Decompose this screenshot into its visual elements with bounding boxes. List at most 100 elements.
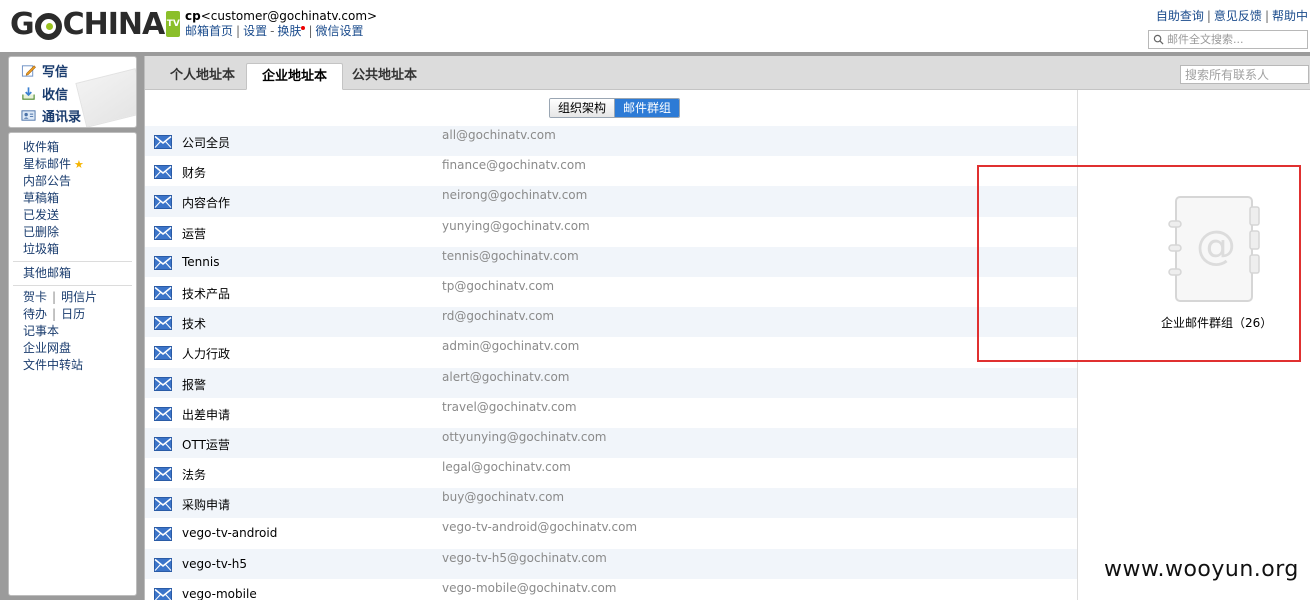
contact-row[interactable]: vego-tv-h5 vego-tv-h5@gochinatv.com bbox=[145, 548, 1077, 579]
contact-email[interactable]: vego-tv-h5@gochinatv.com bbox=[442, 551, 607, 565]
contact-name[interactable]: Tennis bbox=[182, 255, 219, 269]
envelope-icon[interactable] bbox=[154, 255, 172, 270]
contact-name[interactable]: 运营 bbox=[182, 225, 206, 242]
receive-mail-button[interactable]: 收信 bbox=[21, 84, 68, 103]
postcard-link[interactable]: 明信片 bbox=[61, 290, 97, 304]
envelope-icon[interactable] bbox=[154, 195, 172, 210]
folder-announcements[interactable]: 内部公告 bbox=[9, 173, 136, 190]
contact-email[interactable]: all@gochinatv.com bbox=[442, 128, 556, 142]
contact-name[interactable]: vego-tv-android bbox=[182, 526, 277, 540]
contact-row[interactable]: 内容合作 neirong@gochinatv.com bbox=[145, 186, 1077, 217]
contact-name[interactable]: 采购申请 bbox=[182, 496, 230, 513]
envelope-icon[interactable] bbox=[154, 316, 172, 331]
contact-name[interactable]: vego-mobile bbox=[182, 587, 257, 600]
contact-name[interactable]: OTT运营 bbox=[182, 436, 230, 453]
feedback-link[interactable]: 意见反馈 bbox=[1214, 9, 1262, 23]
contact-email[interactable]: travel@gochinatv.com bbox=[442, 400, 577, 414]
contact-row[interactable]: 报警 alert@gochinatv.com bbox=[145, 367, 1077, 398]
contact-row[interactable]: vego-tv-android vego-tv-android@gochinatv… bbox=[145, 518, 1077, 548]
envelope-icon[interactable] bbox=[154, 165, 172, 180]
todo-link[interactable]: 待办 bbox=[23, 307, 47, 321]
contact-row[interactable]: vego-mobile vego-mobile@gochinatv.com bbox=[145, 579, 1077, 600]
tab-personal-address-book[interactable]: 个人地址本 bbox=[155, 63, 250, 90]
contacts-button[interactable]: 通讯录 bbox=[21, 106, 81, 125]
envelope-icon[interactable] bbox=[154, 285, 172, 300]
envelope-icon[interactable] bbox=[154, 346, 172, 361]
contact-name[interactable]: 法务 bbox=[182, 466, 206, 483]
folder-inbox[interactable]: 收件箱 bbox=[9, 139, 136, 156]
contact-row[interactable]: 采购申请 buy@gochinatv.com bbox=[145, 488, 1077, 519]
contact-name[interactable]: 财务 bbox=[182, 164, 206, 181]
change-skin-link[interactable]: 换肤 bbox=[277, 24, 301, 38]
envelope-icon[interactable] bbox=[154, 587, 172, 600]
contact-email[interactable]: tennis@gochinatv.com bbox=[442, 249, 579, 263]
envelope-icon[interactable] bbox=[154, 467, 172, 482]
folder-deleted[interactable]: 已删除 bbox=[9, 224, 136, 241]
file-transfer-link[interactable]: 文件中转站 bbox=[9, 357, 136, 374]
contact-name[interactable]: 人力行政 bbox=[182, 345, 230, 362]
folder-starred[interactable]: 星标邮件 ★ bbox=[9, 156, 136, 173]
folder-drafts[interactable]: 草稿箱 bbox=[9, 190, 136, 207]
greeting-card-link[interactable]: 贺卡 bbox=[23, 290, 47, 304]
write-mail-button[interactable]: 写信 bbox=[21, 61, 68, 80]
notes-link[interactable]: 记事本 bbox=[9, 323, 136, 340]
contact-email[interactable]: yunying@gochinatv.com bbox=[442, 219, 590, 233]
contact-row[interactable]: OTT运营 ottyunying@gochinatv.com bbox=[145, 427, 1077, 459]
wechat-settings-link[interactable]: 微信设置 bbox=[315, 24, 363, 38]
folder-spam[interactable]: 垃圾箱 bbox=[9, 241, 136, 258]
gochina-logo[interactable]: G CHINA TV bbox=[10, 7, 181, 42]
contact-email[interactable]: vego-mobile@gochinatv.com bbox=[442, 581, 616, 595]
mail-search-input[interactable] bbox=[1167, 33, 1307, 46]
contact-row[interactable]: 出差申请 travel@gochinatv.com bbox=[145, 398, 1077, 428]
contact-email[interactable]: rd@gochinatv.com bbox=[442, 309, 554, 323]
tab-public-address-book[interactable]: 公共地址本 bbox=[337, 63, 432, 90]
contact-name[interactable]: 出差申请 bbox=[182, 406, 230, 423]
contact-row[interactable]: 运营 yunying@gochinatv.com bbox=[145, 217, 1077, 247]
contact-email[interactable]: tp@gochinatv.com bbox=[442, 279, 554, 293]
contact-email[interactable]: finance@gochinatv.com bbox=[442, 158, 586, 172]
org-structure-button[interactable]: 组织架构 bbox=[550, 99, 616, 117]
help-link[interactable]: 帮助中 bbox=[1272, 9, 1308, 23]
mailbox-home-link[interactable]: 邮箱首页 bbox=[185, 24, 233, 38]
contact-email[interactable]: buy@gochinatv.com bbox=[442, 490, 564, 504]
folder-other-mailboxes[interactable]: 其他邮箱 bbox=[9, 265, 136, 282]
envelope-icon[interactable] bbox=[154, 225, 172, 240]
self-service-link[interactable]: 自助查询 bbox=[1156, 9, 1204, 23]
folder-sent[interactable]: 已发送 bbox=[9, 207, 136, 224]
envelope-icon[interactable] bbox=[154, 497, 172, 512]
envelope-icon[interactable] bbox=[154, 436, 172, 451]
contact-email[interactable]: legal@gochinatv.com bbox=[442, 460, 571, 474]
contact-name[interactable]: 报警 bbox=[182, 376, 206, 393]
network-disk-link[interactable]: 企业网盘 bbox=[9, 340, 136, 357]
envelope-icon[interactable] bbox=[154, 135, 172, 149]
contact-email[interactable]: alert@gochinatv.com bbox=[442, 370, 569, 384]
envelope-icon[interactable] bbox=[154, 557, 172, 572]
contact-email[interactable]: neirong@gochinatv.com bbox=[442, 188, 587, 202]
separator: | bbox=[236, 24, 241, 38]
contact-name[interactable]: 内容合作 bbox=[182, 194, 230, 211]
settings-link[interactable]: 设置 bbox=[243, 24, 267, 38]
mail-search-box[interactable] bbox=[1148, 30, 1308, 49]
tab-enterprise-address-book[interactable]: 企业地址本 bbox=[246, 63, 344, 90]
cards-row: 贺卡 | 明信片 bbox=[9, 289, 136, 306]
contact-search-input[interactable] bbox=[1180, 65, 1309, 84]
contact-name[interactable]: 技术 bbox=[182, 315, 206, 332]
contact-email[interactable]: ottyunying@gochinatv.com bbox=[442, 430, 607, 444]
envelope-icon[interactable] bbox=[154, 376, 172, 391]
envelope-icon[interactable] bbox=[154, 406, 172, 421]
contact-email[interactable]: vego-tv-android@gochinatv.com bbox=[442, 520, 637, 534]
contact-row[interactable]: 技术 rd@gochinatv.com bbox=[145, 307, 1077, 338]
contact-name[interactable]: 技术产品 bbox=[182, 285, 230, 302]
contact-email[interactable]: admin@gochinatv.com bbox=[442, 339, 579, 353]
mail-groups-button[interactable]: 邮件群组 bbox=[615, 99, 680, 117]
calendar-link[interactable]: 日历 bbox=[61, 307, 85, 321]
contact-row[interactable]: 法务 legal@gochinatv.com bbox=[145, 458, 1077, 488]
contact-row[interactable]: 人力行政 admin@gochinatv.com bbox=[145, 337, 1077, 367]
contact-name[interactable]: vego-tv-h5 bbox=[182, 557, 247, 571]
contact-row[interactable]: 财务 finance@gochinatv.com bbox=[145, 156, 1077, 186]
contact-row[interactable]: 公司全员 all@gochinatv.com bbox=[145, 126, 1077, 157]
envelope-icon[interactable] bbox=[154, 527, 172, 542]
contact-row[interactable]: 技术产品 tp@gochinatv.com bbox=[145, 277, 1077, 307]
contact-name[interactable]: 公司全员 bbox=[182, 134, 230, 151]
contact-row[interactable]: Tennis tennis@gochinatv.com bbox=[145, 246, 1077, 277]
